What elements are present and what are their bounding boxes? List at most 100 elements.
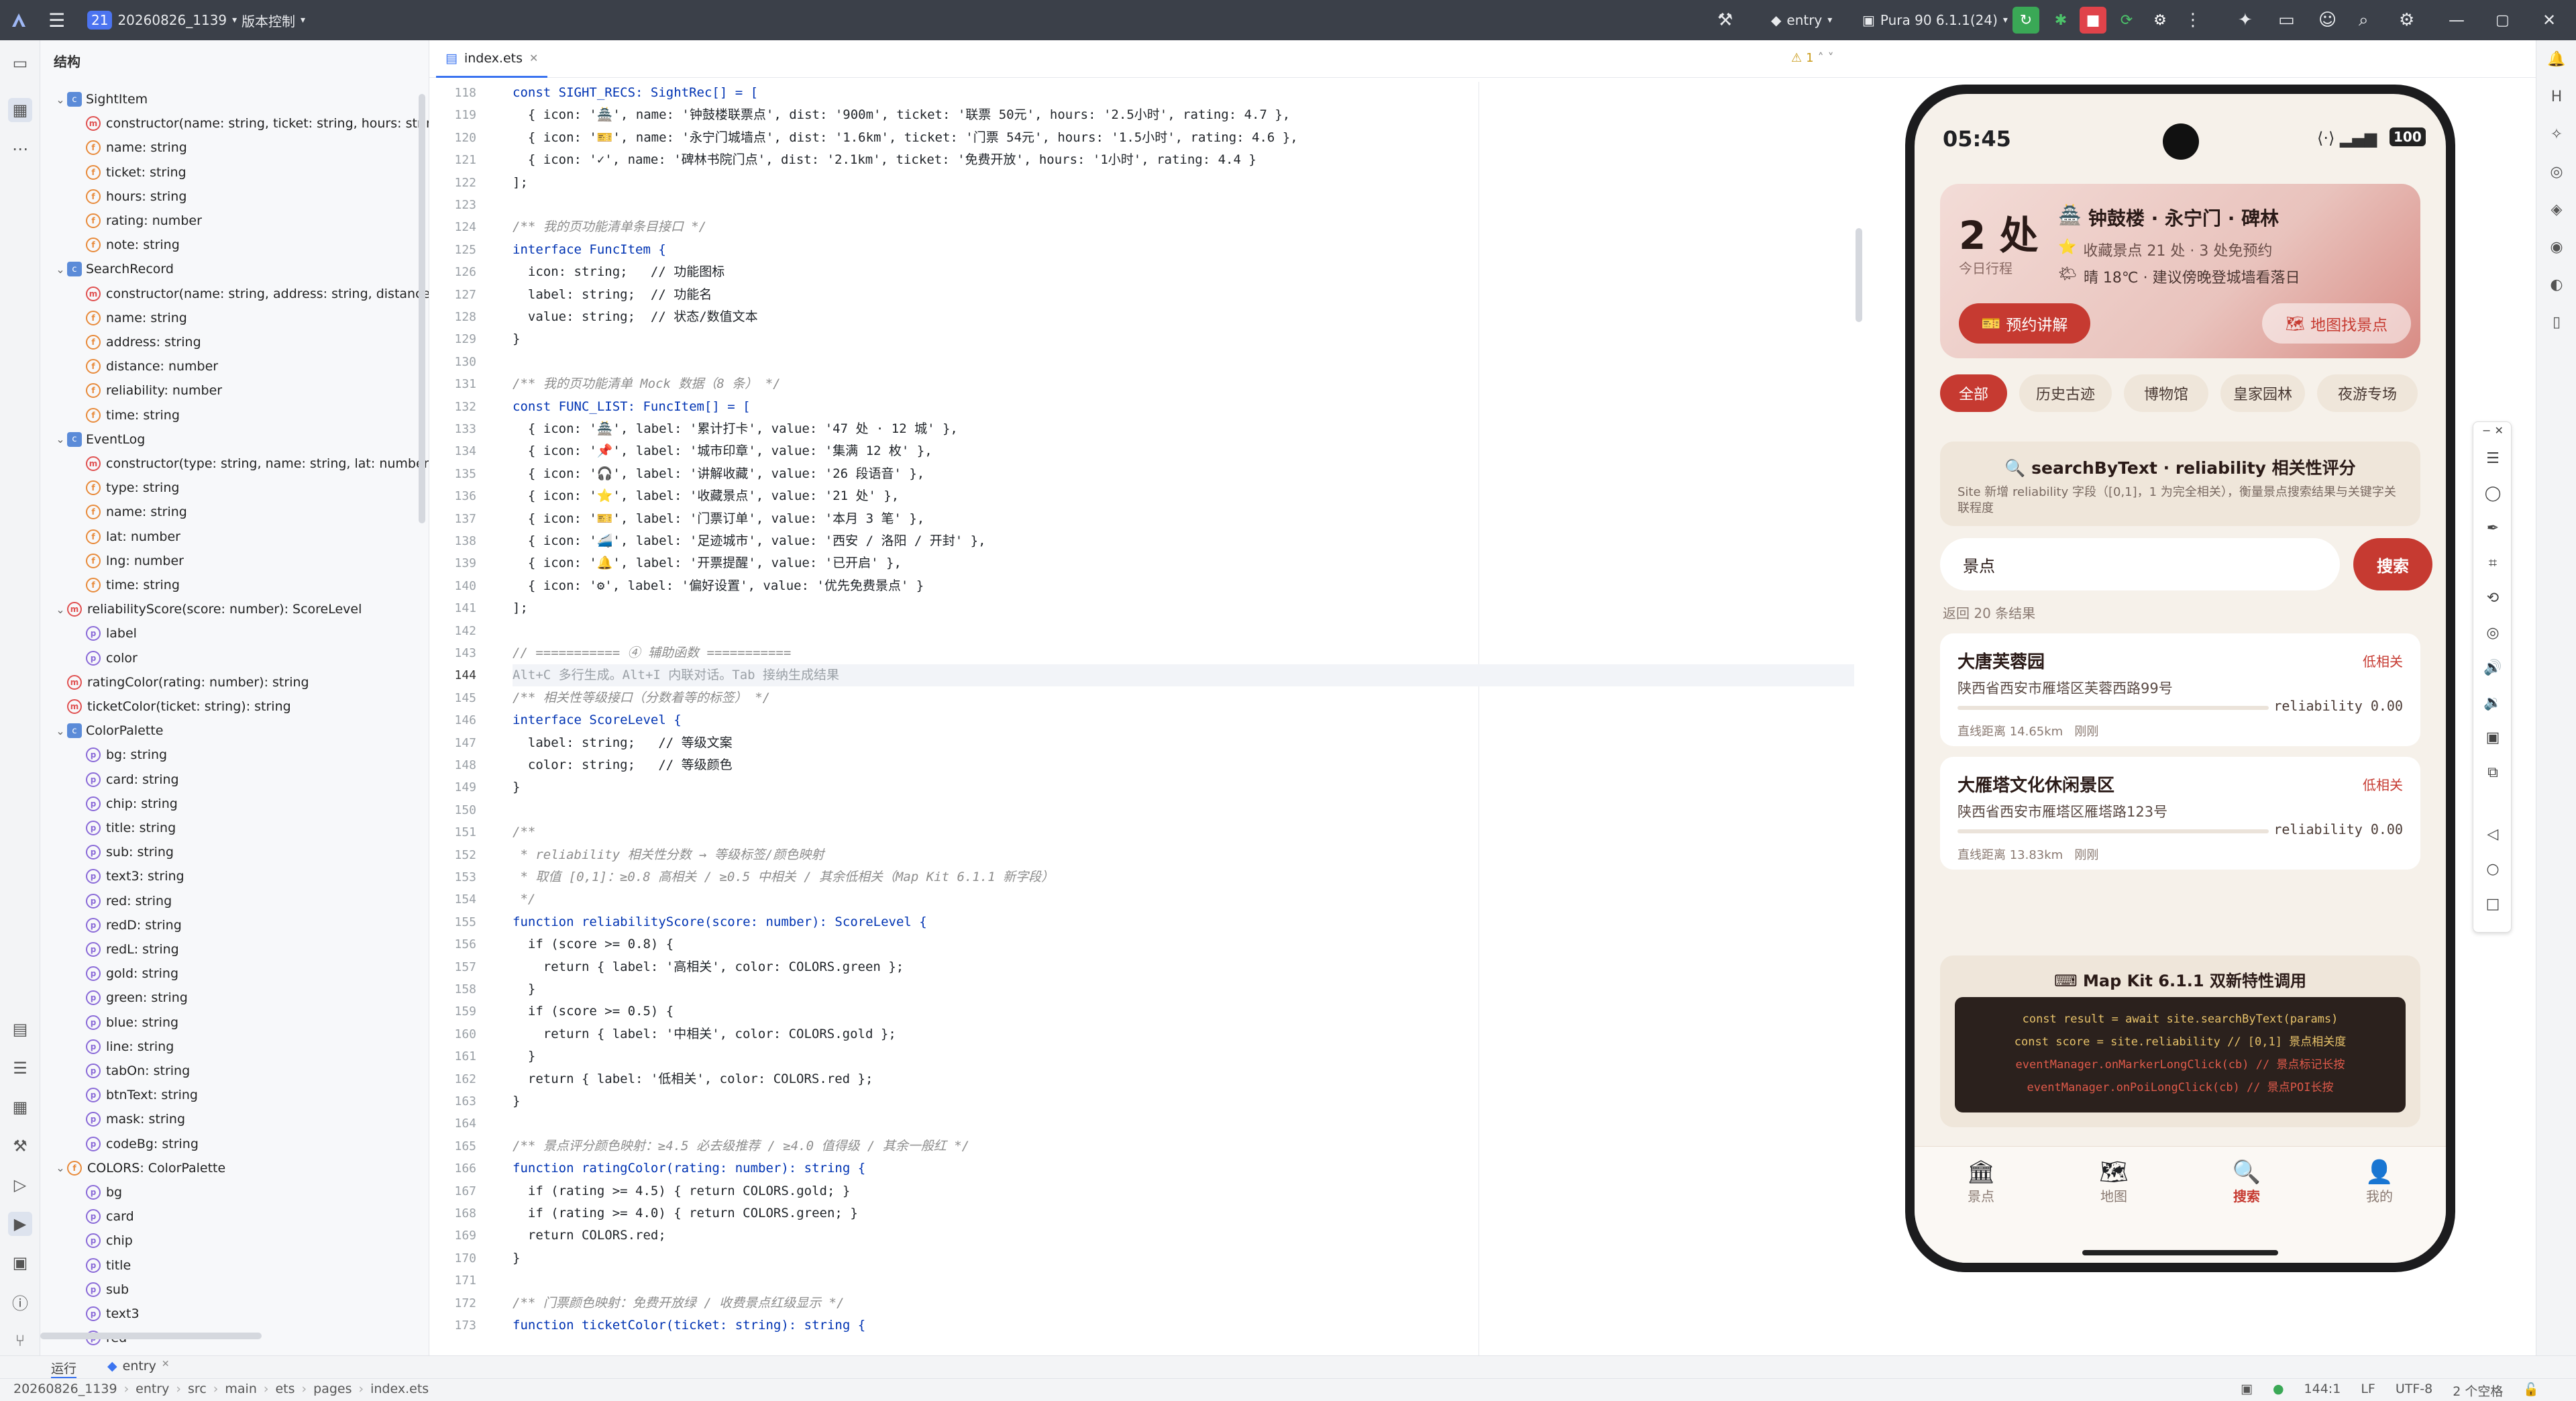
structure-item[interactable]: p sub: string <box>72 840 174 864</box>
structure-item[interactable]: f lng: number <box>72 549 184 573</box>
structure-item[interactable]: ⌄ c ColorPalette <box>54 719 163 743</box>
structure-item[interactable]: f note: string <box>72 233 180 257</box>
volume-up-icon[interactable]: 🔊 <box>2473 654 2512 681</box>
structure-item[interactable]: p mask: string <box>72 1107 185 1131</box>
breadcrumb-item[interactable]: ets <box>275 1382 294 1396</box>
structure-item[interactable]: p bg: string <box>72 743 167 767</box>
tab-mine[interactable]: 👤 我的 <box>2340 1159 2419 1212</box>
folder-icon[interactable]: ▭ <box>2278 0 2295 40</box>
recents-icon[interactable]: □ <box>2473 890 2512 917</box>
pen-icon[interactable]: ✒ <box>2473 515 2512 541</box>
structure-item[interactable]: p color <box>72 646 138 670</box>
settings-icon[interactable]: ⚙ <box>2399 0 2414 40</box>
structure-item[interactable]: f hours: string <box>72 185 186 209</box>
structure-item[interactable]: f name: string <box>72 500 187 524</box>
structure-item[interactable]: p gold: string <box>72 962 178 986</box>
device-manager-icon[interactable]: ◈ <box>2544 197 2569 221</box>
structure-item[interactable]: m ratingColor(rating: number): string <box>54 670 309 694</box>
structure-item[interactable]: ⌄ f COLORS: ColorPalette <box>54 1156 225 1180</box>
tab-search[interactable]: 🔍 搜索 <box>2207 1159 2286 1212</box>
account-icon[interactable]: ☺ <box>2318 0 2337 40</box>
more-tools-icon[interactable]: ⋯ <box>8 137 32 161</box>
device-selector[interactable]: ▣ Pura 90 6.1.1(24) ▾ <box>1862 0 2008 40</box>
structure-item[interactable]: f address: string <box>72 330 201 354</box>
inspector-icon[interactable]: ◐ <box>2544 272 2569 297</box>
structure-item[interactable]: p chip <box>72 1229 133 1253</box>
structure-item[interactable]: p title: string <box>72 816 176 840</box>
tab-map[interactable]: 🗺 地图 <box>2074 1159 2153 1212</box>
profiler-icon[interactable]: ⚙ <box>2147 7 2174 34</box>
inspect-icon[interactable]: ▣ <box>2241 1382 2253 1400</box>
category-chip[interactable]: 历史古迹 <box>2019 374 2112 412</box>
structure-item[interactable]: p chip: string <box>72 792 178 816</box>
warning-indicator[interactable]: ⚠ 1 ˄ ˅ <box>1791 51 1834 65</box>
structure-item[interactable]: p green: string <box>72 986 188 1010</box>
run-icon[interactable]: ↻ <box>2012 7 2039 34</box>
chevron-down-icon[interactable]: ˅ <box>1828 51 1834 65</box>
category-chip[interactable]: 夜游专场 <box>2317 374 2418 412</box>
plugin-icon[interactable]: ✦ <box>2238 0 2253 40</box>
entry-tab[interactable]: ◆ entry ✕ <box>107 1359 170 1373</box>
phone-icon[interactable]: ▯ <box>2544 310 2569 334</box>
log-icon[interactable]: ☰ <box>8 1056 32 1080</box>
structure-item[interactable]: p text3: string <box>72 864 184 888</box>
close-tab-icon[interactable]: ✕ <box>529 52 538 64</box>
structure-item[interactable]: p codeBg: string <box>72 1132 199 1156</box>
console-icon[interactable]: ▣ <box>8 1251 32 1275</box>
structure-item[interactable]: p red: string <box>72 889 172 913</box>
structure-item[interactable]: m constructor(name: string, ticket: strin… <box>72 111 429 136</box>
breadcrumb-item[interactable]: entry <box>136 1382 169 1396</box>
structure-item[interactable]: p btnText: string <box>72 1083 198 1107</box>
map-find-button[interactable]: 🗺 地图找景点 <box>2262 303 2411 344</box>
structure-item[interactable]: m ticketColor(ticket: string): string <box>54 694 291 719</box>
close-icon[interactable]: ✕ <box>2495 424 2504 437</box>
terminal-icon[interactable]: ▤ <box>8 1017 32 1041</box>
structure-item[interactable]: m constructor(type: string, name: string,… <box>72 452 429 476</box>
editor-scrollbar[interactable] <box>1856 228 1862 322</box>
minimize-icon[interactable]: − <box>2482 424 2491 437</box>
chevron-up-icon[interactable]: ˄ <box>1818 51 1824 65</box>
structure-item[interactable]: p title <box>72 1253 131 1278</box>
structure-item[interactable]: p blue: string <box>72 1010 178 1035</box>
code-content[interactable]: const SIGHT_RECS: SightRec[] = [ { icon:… <box>513 82 1854 1357</box>
volume-down-icon[interactable]: 🔉 <box>2473 689 2512 716</box>
project-selector[interactable]: 21 20260826_1139 ▾ <box>87 0 237 40</box>
menu-icon[interactable]: ☰ <box>2473 445 2512 472</box>
debug-icon[interactable]: ✱ <box>2047 7 2074 34</box>
structure-item[interactable]: f time: string <box>72 403 180 427</box>
structure-item[interactable]: p tabOn: string <box>72 1059 190 1083</box>
run-tab[interactable]: 运行 <box>51 1359 77 1378</box>
structure-item[interactable]: f rating: number <box>72 209 202 233</box>
structure-item[interactable]: ⌄ c SightItem <box>54 87 148 111</box>
run-window-icon[interactable]: ▶ <box>8 1212 32 1236</box>
crop-icon[interactable]: ⌗ <box>2473 550 2512 576</box>
breadcrumb-item[interactable]: pages <box>313 1382 352 1396</box>
power-icon[interactable]: ◯ <box>2473 480 2512 507</box>
structure-item[interactable]: p line: string <box>72 1035 174 1059</box>
main-menu-icon[interactable]: ☰ <box>48 0 65 40</box>
structure-item[interactable]: p bg <box>72 1180 122 1204</box>
category-chip[interactable]: 博物馆 <box>2124 374 2208 412</box>
chevron-down-icon[interactable]: ⌄ <box>54 603 67 616</box>
structure-item[interactable]: f lat: number <box>72 525 180 549</box>
chevron-down-icon[interactable]: ⌄ <box>54 1161 67 1174</box>
codegenie-icon[interactable]: ✧ <box>2544 122 2569 146</box>
close-tab-icon[interactable]: ✕ <box>162 1359 170 1373</box>
minimize-icon[interactable]: — <box>2449 0 2465 40</box>
search-input[interactable]: 景点 <box>1940 538 2340 590</box>
location-icon[interactable]: ◎ <box>2473 619 2512 646</box>
result-card[interactable]: 大雁塔文化休闲景区 低相关 陕西省西安市雁塔区雁塔路123号 reliability … <box>1940 757 2420 870</box>
structure-item[interactable]: p redD: string <box>72 913 182 937</box>
notifications-icon[interactable]: 🔔 <box>2544 47 2569 71</box>
structure-item[interactable]: p label <box>72 621 137 645</box>
indent-setting[interactable]: 2 个空格 <box>2453 1382 2503 1400</box>
structure-item[interactable]: p redL: string <box>72 937 179 962</box>
file-encoding[interactable]: UTF-8 <box>2396 1382 2432 1400</box>
structure-hscrollbar[interactable] <box>40 1333 262 1339</box>
maximize-icon[interactable]: ▢ <box>2496 0 2510 40</box>
todo-icon[interactable]: ▦ <box>8 1095 32 1119</box>
chevron-down-icon[interactable]: ⌄ <box>54 725 67 737</box>
structure-item[interactable]: f reliability: number <box>72 378 222 403</box>
structure-item[interactable]: f time: string <box>72 573 180 597</box>
breadcrumb-item[interactable]: 20260826_1139 <box>13 1382 117 1396</box>
